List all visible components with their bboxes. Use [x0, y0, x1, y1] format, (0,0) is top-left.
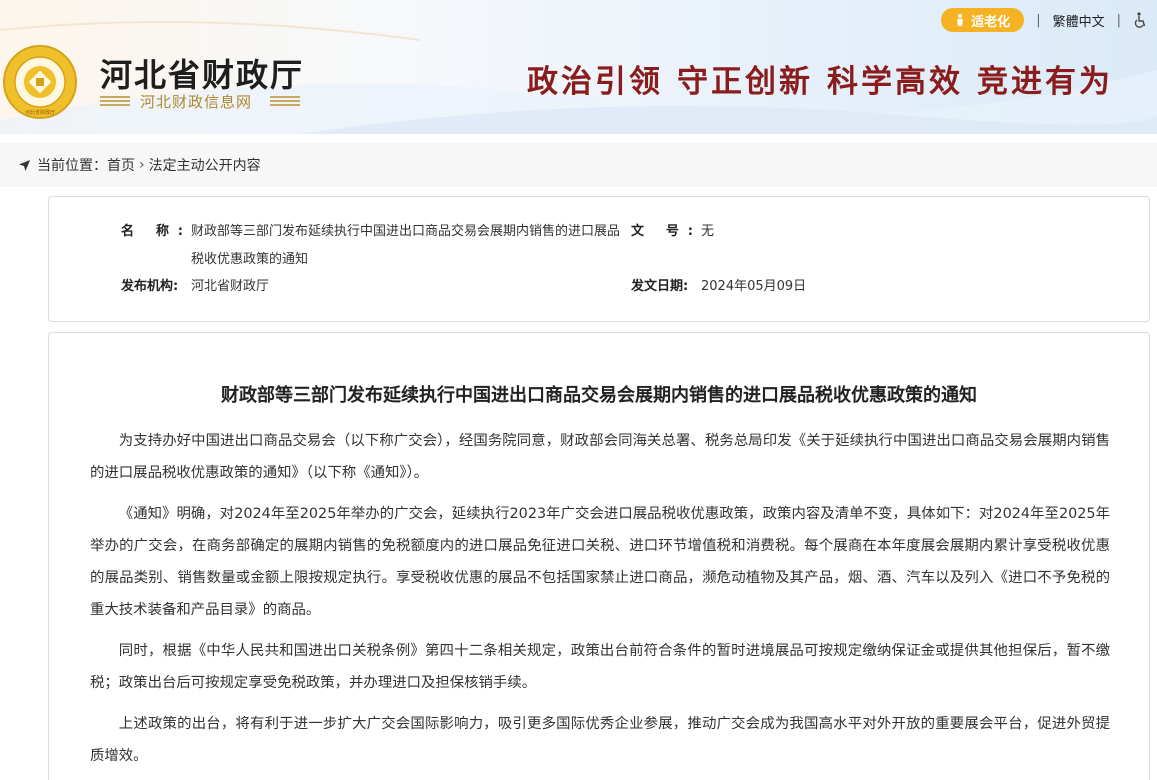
- emblem-caption: 河北省财政厅: [25, 109, 55, 116]
- article-paragraph: 为支持办好中国进出口商品交易会（以下称广交会），经国务院同意，财政部会同海关总署…: [90, 433, 1110, 481]
- slogan-part: 竞进有为: [977, 64, 1113, 100]
- location-arrow-icon: [19, 159, 30, 171]
- meta-docno-value: 无: [701, 224, 715, 239]
- elder-mode-icon: [957, 14, 964, 26]
- accessibility-icon[interactable]: [1133, 12, 1147, 28]
- article-body: 为支持办好中国进出口商品交易会（以下称广交会），经国务院同意，财政部会同海关总署…: [90, 425, 1110, 780]
- document-meta-box: 名 称: 财政部等三部门发布延续执行中国进出口商品交易会展期内销售的进口展品税收…: [48, 196, 1150, 322]
- article-paragraph: 上述政策的出台，将有利于进一步扩大广交会国际影响力，吸引更多国际优秀企业参展，推…: [90, 716, 1110, 764]
- elder-mode-label: 适老化: [971, 14, 1011, 30]
- site-subtitle-block: 河北财政信息网: [100, 91, 300, 111]
- site-name[interactable]: 河北省财政厅: [100, 50, 304, 96]
- meta-name-label: 名 称:: [121, 224, 183, 239]
- slogan-part: 守正创新: [677, 64, 813, 100]
- top-toolbar: 适老化 | 繁體中文 |: [941, 7, 1147, 33]
- article-paragraph: 《通知》明确，对2024年至2025年举办的广交会，延续执行2023年广交会进口…: [90, 506, 1110, 618]
- meta-date-label: 发文日期:: [631, 279, 689, 294]
- meta-docno-label: 文 号:: [631, 224, 693, 239]
- article-container: 财政部等三部门发布延续执行中国进出口商品交易会展期内销售的进口展品税收优惠政策的…: [48, 332, 1150, 780]
- meta-org-label: 发布机构:: [121, 279, 179, 294]
- toolbar-divider: |: [1036, 12, 1041, 28]
- site-header: 河北省财政厅 河北省财政厅 河北财政信息网 政治引领 守正创新 科学高效 竞进有为 适…: [0, 0, 1157, 134]
- breadcrumb: 当前位置： 首页 › 法定主动公开内容: [0, 143, 1157, 187]
- header-slogan: 政治引领 守正创新 科学高效 竞进有为: [513, 56, 1113, 101]
- slogan-part: 政治引领: [527, 64, 663, 100]
- elder-mode-button[interactable]: 适老化: [941, 8, 1025, 32]
- subtitle-stripes-right: [270, 96, 300, 107]
- breadcrumb-home-link[interactable]: 首页: [107, 155, 135, 175]
- toolbar-divider: |: [1116, 12, 1121, 28]
- breadcrumb-current-link[interactable]: 法定主动公开内容: [149, 155, 261, 175]
- breadcrumb-label: 当前位置：: [37, 158, 107, 174]
- slogan-part: 科学高效: [827, 64, 963, 100]
- article-title: 财政部等三部门发布延续执行中国进出口商品交易会展期内销售的进口展品税收优惠政策的…: [221, 385, 977, 406]
- breadcrumb-separator: ›: [139, 157, 145, 173]
- site-subtitle: 河北财政信息网: [140, 93, 253, 111]
- finance-department-emblem-icon: 河北省财政厅: [3, 45, 77, 119]
- subtitle-stripes-left: [100, 96, 130, 107]
- meta-name-value: 财政部等三部门发布延续执行中国进出口商品交易会展期内销售的进口展品税收优惠政策的…: [191, 224, 621, 267]
- meta-org-value: 河北省财政厅: [191, 279, 270, 294]
- meta-date-value: 2024年05月09日: [701, 279, 807, 294]
- traditional-chinese-link[interactable]: 繁體中文: [1053, 11, 1105, 30]
- article-paragraph: 同时，根据《中华人民共和国进出口关税条例》第四十二条相关规定，政策出台前符合条件…: [90, 643, 1110, 691]
